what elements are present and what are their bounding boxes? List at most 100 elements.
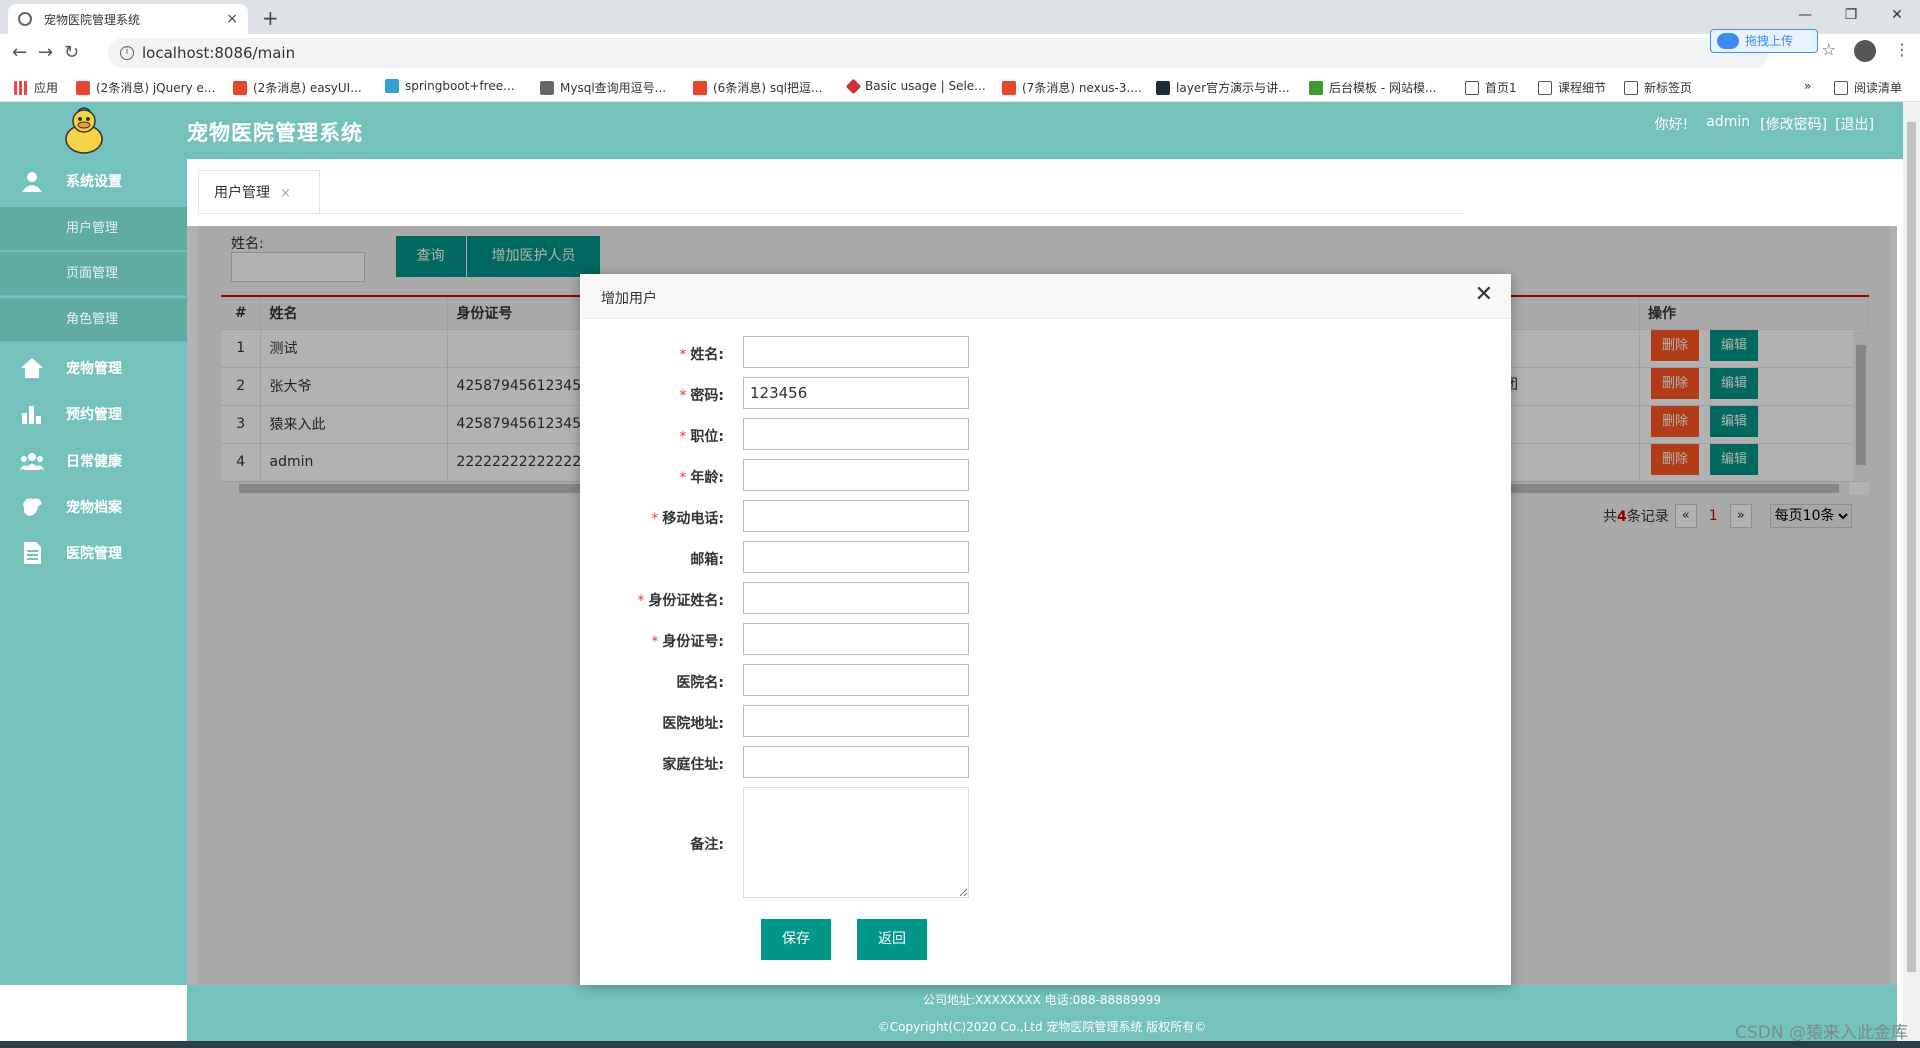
tab-close-icon[interactable]: ×	[280, 186, 291, 201]
reload-icon[interactable]: ↻	[64, 42, 79, 63]
group-icon	[20, 450, 44, 472]
save-button[interactable]: 保存	[761, 919, 831, 960]
change-password-link[interactable]: [修改密码]	[1760, 114, 1827, 134]
csdn-icon	[76, 80, 90, 95]
tab-user-management[interactable]: 用户管理 ×	[198, 170, 320, 214]
bookmark-item[interactable]: 首页1	[1465, 79, 1517, 96]
forward-arrow-icon[interactable]: →	[38, 42, 53, 63]
form-field-label: * 身份证号:	[651, 631, 724, 651]
address-bar: ← → ↻ i localhost:8086/main	[0, 34, 1920, 72]
form-field-label: * 年龄:	[679, 467, 724, 487]
form-field-label-text: 身份证号:	[662, 634, 724, 650]
bookmark-label: (2条消息) easyUI...	[253, 81, 362, 95]
star-icon[interactable]: ☆	[1822, 40, 1836, 62]
sidebar-subitem[interactable]: 页面管理	[0, 252, 187, 296]
selenium-icon	[845, 78, 862, 94]
menu-dots-icon[interactable]: ⋮	[1894, 40, 1910, 62]
form-field-label: * 职位:	[679, 426, 724, 446]
form-field-input[interactable]	[743, 500, 969, 532]
form-field-input[interactable]	[743, 377, 969, 409]
greeting: 你好!	[1654, 117, 1689, 133]
profile-avatar-icon[interactable]	[1854, 40, 1876, 62]
csdn-icon	[233, 80, 247, 95]
layer-icon	[1156, 80, 1170, 95]
bookmark-item[interactable]: 应用	[14, 79, 58, 96]
bookmarks-more-button[interactable]: »	[1804, 79, 1811, 93]
user-icon	[20, 170, 44, 192]
form-field-input[interactable]	[743, 459, 969, 491]
form-row: * 职位:	[580, 418, 1511, 450]
info-icon[interactable]: i	[120, 46, 134, 60]
new-tab-button[interactable]: +	[262, 6, 279, 30]
bookmark-item[interactable]: 后台模板 - 网站模...	[1309, 79, 1436, 96]
bookmark-label: (2条消息) jQuery e...	[96, 81, 216, 95]
sidebar-item-label: 宠物管理	[66, 361, 122, 377]
back-arrow-icon[interactable]: ←	[12, 42, 27, 63]
baidu-cloud-icon	[1717, 33, 1739, 49]
form-field-input[interactable]	[743, 705, 969, 737]
logout-link[interactable]: [退出]	[1835, 114, 1874, 134]
globe-icon	[1624, 80, 1638, 95]
sidebar-item[interactable]: 系统设置	[0, 159, 187, 203]
form-field-input[interactable]	[743, 418, 969, 450]
restore-icon[interactable]: ❐	[1828, 0, 1874, 30]
form-field-label-text: 年龄:	[690, 470, 724, 486]
form-row: * 身份证号:	[580, 623, 1511, 655]
document-icon	[20, 542, 44, 564]
bookmark-item[interactable]: (2条消息) jQuery e...	[76, 79, 215, 96]
form-field-input[interactable]	[743, 541, 969, 573]
form-field-input[interactable]	[743, 664, 969, 696]
browser-tab[interactable]: 宠物医院管理系统 ×	[8, 4, 248, 34]
bookmark-item[interactable]: 课程细节	[1538, 79, 1606, 96]
back-button[interactable]: 返回	[857, 919, 927, 960]
sidebar-item[interactable]: 日常健康	[0, 439, 187, 483]
reading-list-button[interactable]: 阅读清单	[1834, 79, 1902, 96]
sidebar-item-label: 日常健康	[66, 454, 122, 470]
form-field-label-text: 移动电话:	[662, 511, 724, 527]
sidebar-subitem[interactable]: 角色管理	[0, 298, 187, 342]
bookmark-label: (7条消息) nexus-3....	[1022, 81, 1142, 95]
form-field-input[interactable]	[743, 746, 969, 778]
required-mark: *	[637, 593, 645, 609]
sidebar-subitem[interactable]: 用户管理	[0, 207, 187, 251]
page-scrollbar[interactable]	[1903, 102, 1920, 1041]
duck-logo-icon	[65, 107, 103, 154]
tab-close-icon[interactable]: ×	[226, 11, 238, 27]
m-icon	[1309, 80, 1323, 95]
bookmark-item[interactable]: layer官方演示与讲...	[1156, 79, 1290, 96]
form-row: * 移动电话:	[580, 500, 1511, 532]
form-field-input[interactable]	[743, 623, 969, 655]
remark-textarea[interactable]	[743, 787, 969, 898]
bookmark-item[interactable]: Mysql查询用逗号...	[540, 79, 666, 96]
taskbar	[0, 1041, 1920, 1048]
form-field-input[interactable]	[743, 582, 969, 614]
bookmark-label: 新标签页	[1644, 81, 1693, 95]
bookmark-item[interactable]: 新标签页	[1624, 79, 1692, 96]
form-field-label-text: 职位:	[690, 429, 724, 445]
url-input[interactable]: i localhost:8086/main	[108, 38, 1768, 68]
bookmark-item[interactable]: springboot+free...	[385, 79, 515, 93]
sidebar-item[interactable]: 宠物档案	[0, 485, 187, 529]
close-icon[interactable]: ✕	[1475, 284, 1493, 306]
user-area: 你好! admin [修改密码] [退出]	[1655, 114, 1874, 134]
bookmark-item[interactable]: (7条消息) nexus-3....	[1002, 79, 1142, 96]
bookmark-item[interactable]: Basic usage | Sele...	[845, 78, 986, 94]
form-field-input[interactable]	[743, 336, 969, 368]
add-user-dialog: 增加用户 ✕ *姓名:*密码:*职位:*年龄:*移动电话:邮箱:*身份证姓名:*…	[580, 274, 1511, 985]
bookmark-item[interactable]: (6条消息) sql把逗...	[693, 79, 822, 96]
sidebar-item[interactable]: 预约管理	[0, 392, 187, 436]
csdn-icon	[693, 80, 707, 95]
close-window-icon[interactable]: ✕	[1874, 0, 1920, 30]
bookmark-item[interactable]: (2条消息) easyUI...	[233, 79, 362, 96]
footer: 公司地址:XXXXXXXX 电话:088-88889999 ©Copyright…	[187, 985, 1897, 1041]
required-mark: *	[651, 634, 659, 650]
sidebar-item[interactable]: 宠物管理	[0, 346, 187, 390]
form-row: * 密码:	[580, 377, 1511, 409]
drag-upload-button[interactable]: 拖拽上传	[1710, 29, 1818, 53]
required-mark: *	[679, 347, 687, 363]
scrollbar-thumb[interactable]	[1907, 122, 1916, 972]
minimize-icon[interactable]: —	[1782, 0, 1828, 30]
required-mark: *	[679, 429, 687, 445]
sidebar-item[interactable]: 医院管理	[0, 531, 187, 575]
mysql-icon	[540, 80, 554, 95]
